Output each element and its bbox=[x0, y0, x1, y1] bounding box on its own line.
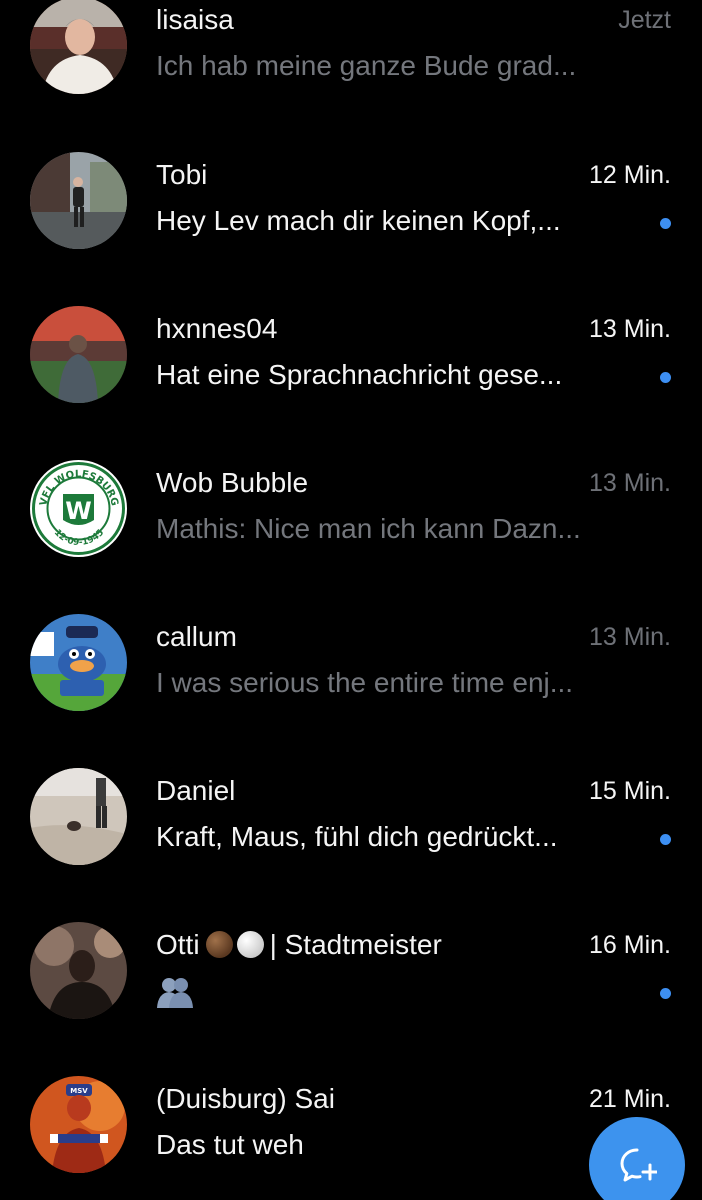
unread-indicator bbox=[660, 988, 671, 999]
contact-name: Otti | Stadtmeister bbox=[156, 928, 442, 962]
timestamp: 13 Min. bbox=[589, 623, 671, 651]
man-in-stadium-avatar bbox=[30, 0, 127, 94]
conversation-row-lisaisa[interactable]: lisaisa Jetzt Ich hab meine ganze Bude g… bbox=[0, 0, 702, 151]
avatar[interactable]: VFL WOLFSBURG 12-09-1945 W bbox=[30, 460, 127, 557]
message-preview: Hat eine Sprachnachricht gese... bbox=[156, 359, 563, 390]
timestamp: Jetzt bbox=[618, 6, 671, 34]
people-hugging-emoji bbox=[157, 978, 193, 1008]
avatar[interactable] bbox=[30, 152, 127, 249]
contact-name: callum bbox=[156, 621, 237, 652]
man-walking-street-avatar bbox=[30, 152, 127, 249]
message-preview: Das tut weh bbox=[156, 1129, 304, 1160]
conversation-row-wob-bubble[interactable]: VFL WOLFSBURG 12-09-1945 W Wob Bubble 13… bbox=[0, 460, 702, 614]
message-preview: Hey Lev mach dir keinen Kopf,... bbox=[156, 205, 561, 236]
contact-name: Daniel bbox=[156, 775, 236, 806]
avatar[interactable] bbox=[30, 0, 127, 94]
cartoon-msv-fan-avatar: MSV bbox=[30, 1076, 127, 1173]
timestamp: 13 Min. bbox=[589, 315, 671, 343]
message-preview bbox=[156, 974, 646, 1016]
timestamp: 13 Min. bbox=[589, 469, 671, 497]
conversation-row-callum[interactable]: callum 13 Min. I was serious the entire … bbox=[0, 614, 702, 768]
conversation-row-otti[interactable]: Otti | Stadtmeister 16 Min. bbox=[0, 922, 702, 1076]
contact-name-text: Otti bbox=[156, 929, 200, 960]
logo-letter: W bbox=[65, 497, 91, 525]
new-message-icon bbox=[620, 1148, 657, 1182]
avatar[interactable] bbox=[30, 768, 127, 865]
msv-badge-text: MSV bbox=[70, 1087, 88, 1095]
message-preview: Kraft, Maus, fühl dich gedrückt... bbox=[156, 821, 558, 852]
conversation-row-hxnnes04[interactable]: hxnnes04 13 Min. Hat eine Sprachnachrich… bbox=[0, 306, 702, 460]
contact-name: lisaisa bbox=[156, 4, 234, 35]
avatar[interactable] bbox=[30, 922, 127, 1019]
contact-name: Wob Bubble bbox=[156, 467, 309, 498]
beach-dog-avatar bbox=[30, 768, 127, 865]
cartoon-fan-avatar bbox=[30, 614, 127, 711]
message-preview: Mathis: Nice man ich kann Dazn... bbox=[156, 513, 581, 544]
vfl-wolfsburg-logo-avatar: VFL WOLFSBURG 12-09-1945 W bbox=[30, 460, 127, 557]
conversation-list: lisaisa Jetzt Ich hab meine ganze Bude g… bbox=[0, 0, 702, 1200]
timestamp: 12 Min. bbox=[589, 161, 671, 189]
contact-name: hxnnes04 bbox=[156, 313, 278, 344]
unread-indicator bbox=[660, 218, 671, 229]
avatar[interactable] bbox=[30, 306, 127, 403]
white-circle-emoji bbox=[236, 931, 264, 958]
unread-indicator bbox=[660, 372, 671, 383]
brown-circle-emoji bbox=[205, 931, 233, 958]
timestamp: 16 Min. bbox=[589, 931, 671, 959]
contact-name: Tobi bbox=[156, 159, 208, 190]
contact-name-suffix: | Stadtmeister bbox=[269, 929, 442, 960]
avatar[interactable]: MSV bbox=[30, 1076, 127, 1173]
message-preview: Ich hab meine ganze Bude grad... bbox=[156, 50, 577, 81]
conversation-row-tobi[interactable]: Tobi 12 Min. Hey Lev mach dir keinen Kop… bbox=[0, 152, 702, 306]
contact-name: (Duisburg) Sai bbox=[156, 1083, 335, 1114]
timestamp: 21 Min. bbox=[589, 1085, 671, 1113]
man-in-dark-avatar bbox=[30, 922, 127, 1019]
unread-indicator bbox=[660, 834, 671, 845]
timestamp: 15 Min. bbox=[589, 777, 671, 805]
man-in-stadium-crowd-avatar bbox=[30, 306, 127, 403]
avatar[interactable] bbox=[30, 614, 127, 711]
message-preview: I was serious the entire time enj... bbox=[156, 667, 574, 698]
conversation-row-daniel[interactable]: Daniel 15 Min. Kraft, Maus, fühl dich ge… bbox=[0, 768, 702, 922]
